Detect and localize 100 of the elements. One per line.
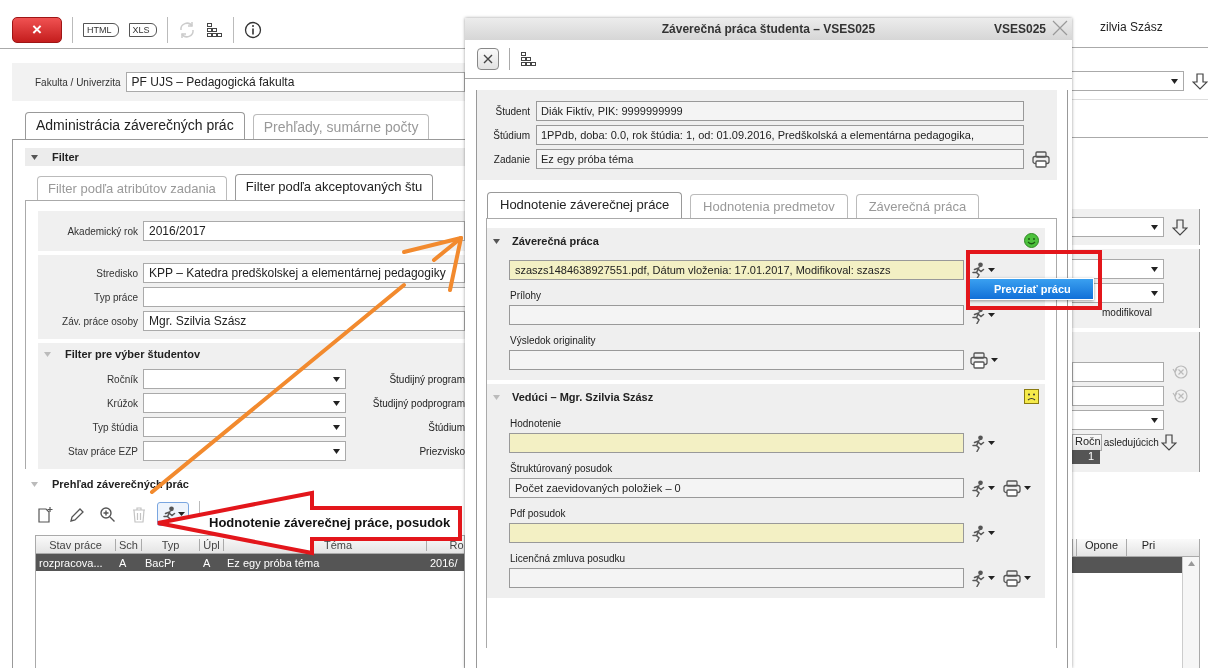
dropdown-arrow-icon xyxy=(333,424,340,430)
section-header[interactable]: Vedúci – Mgr. Szilvia Szász xyxy=(487,384,1045,408)
close-icon xyxy=(483,54,493,64)
menu-item[interactable]: Prevziať prácu xyxy=(969,279,1093,299)
caret-icon xyxy=(991,358,998,362)
download-icon[interactable] xyxy=(1172,218,1188,236)
download-icon[interactable] xyxy=(1160,434,1177,451)
column-header[interactable]: Typ xyxy=(142,538,200,551)
table-cell-text: BacPr xyxy=(144,556,176,569)
section-title: Vedúci – Mgr. Szilvia Szász xyxy=(512,390,655,403)
collapse-icon xyxy=(493,237,500,244)
hierarchy-icon[interactable] xyxy=(205,22,223,38)
collapse-icon xyxy=(44,351,51,357)
window-title: Záverečná práca študenta – VSES025 xyxy=(661,22,876,36)
user-name: zilvia Szász xyxy=(1100,20,1164,36)
year-field[interactable]: 2016/2017 xyxy=(143,221,465,241)
column-header[interactable]: Sch xyxy=(116,538,142,551)
close-button[interactable] xyxy=(477,48,499,70)
clear-icon[interactable] xyxy=(1172,363,1190,381)
field-label: Záv. práce osoby xyxy=(61,315,138,327)
count-cell: 1 xyxy=(1072,450,1100,464)
clear-icon[interactable] xyxy=(1172,387,1190,405)
runner-icon xyxy=(970,569,985,587)
table-row[interactable]: rozpracova... A BacPr A Ez egy próba téma 2016/ xyxy=(36,554,464,571)
dropdown[interactable] xyxy=(143,393,346,413)
column-header[interactable]: Pri xyxy=(1126,539,1170,556)
dropdown-arrow-icon xyxy=(1151,266,1158,272)
faculty-field[interactable]: PF UJS – Pedagogická fakulta xyxy=(125,72,465,92)
input-field[interactable]: Počet zaevidovaných položiek – 0 xyxy=(509,478,964,498)
section-title: Filter pre výber študentov xyxy=(65,348,201,360)
runner-icon xyxy=(970,261,985,279)
input-field[interactable] xyxy=(509,350,964,370)
input-field[interactable]: Ez egy próba téma xyxy=(536,149,1024,169)
info-icon[interactable] xyxy=(243,21,262,39)
input-field[interactable] xyxy=(509,568,964,588)
section-header[interactable]: Záverečná práca xyxy=(487,228,1045,252)
table-cell-text: A xyxy=(202,556,212,569)
input-field[interactable] xyxy=(509,305,964,325)
dropdown[interactable] xyxy=(1072,217,1164,237)
table-cell-text: A xyxy=(118,556,128,569)
input-field[interactable]: Diák Fiktív, PIK: 9999999999 xyxy=(536,101,1024,121)
field-label: Štruktúrovaný posudok xyxy=(510,463,614,475)
trash-icon xyxy=(130,505,147,523)
collapse-icon xyxy=(493,393,500,400)
print-menu-button[interactable] xyxy=(968,350,1000,370)
dropdown[interactable] xyxy=(143,441,346,461)
close-button[interactable]: × xyxy=(12,17,62,43)
section-header[interactable]: Filter xyxy=(25,148,465,166)
field-label: Hodnotenie xyxy=(510,418,563,430)
hierarchy-icon[interactable] xyxy=(520,51,537,67)
dropdown[interactable] xyxy=(1072,71,1184,91)
tab[interactable]: Filter podľa akceptovaných štu xyxy=(234,174,434,200)
input-field[interactable]: KPP – Katedra predškolskej a elementárnej pedagogiky xyxy=(143,263,465,283)
printer-icon xyxy=(1003,569,1021,587)
tab[interactable]: Hodnotenie záverečnej práce xyxy=(487,192,683,218)
runner-icon xyxy=(970,434,985,452)
dropdown[interactable] xyxy=(143,417,346,437)
export-button[interactable]: XLS xyxy=(128,23,157,37)
field-label: Pdf posudok xyxy=(510,508,567,520)
input-field[interactable] xyxy=(1072,362,1164,382)
column-header[interactable]: Opone xyxy=(1076,539,1126,556)
column-label: modifikoval xyxy=(1101,307,1154,318)
section-title: Filter xyxy=(52,151,79,163)
runner-icon xyxy=(970,524,985,542)
caret-icon xyxy=(988,313,995,317)
scroll-up-icon[interactable] xyxy=(1187,561,1195,567)
section-title: Prehľad záverečných prác xyxy=(52,478,189,490)
field-label: Typ práce xyxy=(93,291,138,303)
input-field[interactable]: 1PPdb, doba: 0.0, rok štúdia: 1, od: 01.09.2016, Predškolská a elementárna pedagogika, xyxy=(536,125,1024,145)
dropdown[interactable] xyxy=(143,369,346,389)
download-icon[interactable] xyxy=(1192,72,1208,90)
print-button[interactable] xyxy=(1030,149,1052,169)
print-menu-button[interactable] xyxy=(1001,568,1033,588)
collapse-icon xyxy=(31,154,38,160)
input-field[interactable]: szaszs1484638927551.pdf, Dátum vloženia: 17.01.2017, Modifikoval: szaszs xyxy=(509,260,964,280)
field-label: Stredisko xyxy=(95,267,138,279)
printer-icon xyxy=(970,351,988,369)
dropdown-arrow-icon xyxy=(1151,290,1158,296)
input-field[interactable] xyxy=(1072,386,1164,406)
dropdown[interactable] xyxy=(1072,259,1164,279)
field-label: Študent xyxy=(494,105,530,117)
caret-icon xyxy=(988,486,995,490)
dropdown-arrow-icon xyxy=(1171,78,1178,84)
tab[interactable]: Administrácia záverečných prác xyxy=(25,112,245,139)
input-field[interactable] xyxy=(509,523,964,543)
input-field[interactable] xyxy=(509,433,964,453)
close-icon xyxy=(1052,20,1068,36)
caret-icon xyxy=(988,441,995,445)
next-link[interactable]: asledujúcich xyxy=(1103,437,1159,448)
collapse-icon xyxy=(31,481,38,487)
window-code: VSES025 xyxy=(993,22,1046,36)
export-button[interactable]: HTML xyxy=(83,23,119,37)
input-field[interactable]: Mgr. Szilvia Szász xyxy=(143,311,465,331)
table-cell-text: 2016/ xyxy=(429,556,459,569)
print-menu-button[interactable] xyxy=(1001,478,1033,498)
column-header[interactable]: Stav práce xyxy=(36,538,116,551)
refresh-icon[interactable] xyxy=(177,21,196,39)
table-cell-text: Ez egy próba téma xyxy=(226,556,321,569)
input-field[interactable] xyxy=(143,287,465,307)
section-header[interactable]: Filter pre výber študentov xyxy=(38,345,465,363)
